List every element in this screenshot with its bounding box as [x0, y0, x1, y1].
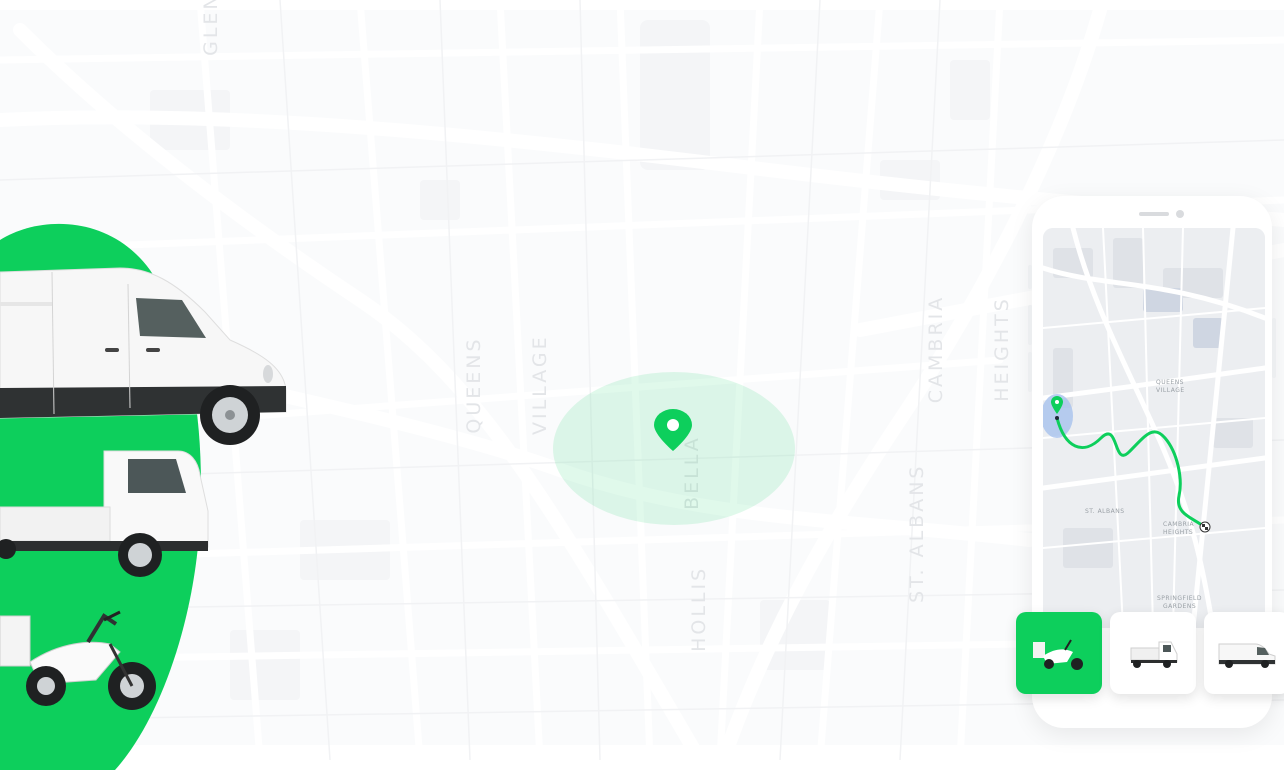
cargo-van-image — [0, 267, 287, 445]
cargo-tricycle-icon — [1033, 639, 1083, 670]
phone-camera — [1176, 210, 1184, 218]
mini-map-label: QUEENS — [1156, 379, 1184, 386]
cargo-van-icon — [1218, 643, 1276, 668]
vehicle-type-flatbed-button[interactable] — [1110, 612, 1196, 694]
map-label-text: ST. ALBANS — [906, 463, 928, 603]
mini-map-label: HEIGHTS — [1163, 529, 1193, 536]
map-label-cambria-heights: CAMBRIA HEIGHTS — [881, 294, 1035, 404]
map-label-hollis: HOLLIS — [666, 566, 710, 670]
flatbed-truck-icon — [1130, 641, 1178, 668]
phone-map-screen[interactable]: QUEENS VILLAGE ST. ALBANS CAMBRIA HEIGHT… — [1043, 228, 1265, 628]
mini-map-label: CAMBRIA — [1163, 521, 1195, 528]
map-label-text: CAMBRIA — [925, 294, 947, 404]
phone-side-button — [1272, 318, 1276, 378]
map-label-text: QUEENS — [463, 336, 485, 434]
finish-flag-icon — [1199, 521, 1211, 533]
map-label-text: HOLLIS — [688, 565, 710, 652]
vehicle-type-tricycle-button[interactable] — [1016, 612, 1102, 694]
cargo-tricycle-image — [0, 610, 156, 710]
phone-speaker — [1139, 212, 1169, 216]
map-label-st-albans: ST. ALBANS — [884, 464, 928, 621]
map-label-text: HEIGHTS — [991, 296, 1013, 402]
mini-map-label: VILLAGE — [1156, 387, 1185, 394]
map-label-queens-village: QUEENS VILLAGE — [419, 334, 573, 435]
mini-map-label: GARDENS — [1163, 603, 1196, 610]
vehicle-type-van-button[interactable] — [1204, 612, 1284, 694]
phone-side-button — [1028, 305, 1032, 345]
phone-side-button — [1028, 265, 1032, 289]
map-label-text: VILLAGE — [529, 334, 551, 435]
mini-map-label: SPRINGFIELD — [1157, 595, 1202, 602]
flatbed-truck-image — [0, 450, 209, 577]
phone-side-button — [1028, 352, 1032, 392]
mini-map-label: ST. ALBANS — [1085, 508, 1125, 515]
location-pin-icon[interactable] — [652, 409, 694, 453]
mini-map: QUEENS VILLAGE ST. ALBANS CAMBRIA HEIGHT… — [1043, 228, 1265, 628]
